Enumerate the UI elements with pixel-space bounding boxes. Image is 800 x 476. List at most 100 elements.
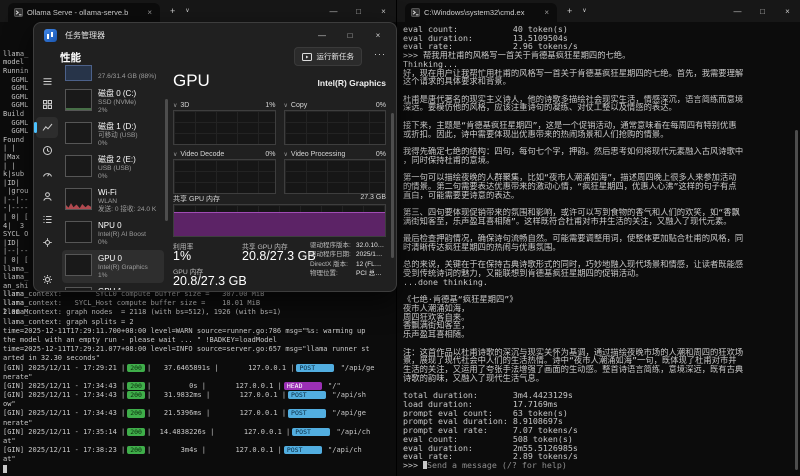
right-terminal-content: eval count: 40 token(s) eval duration: 13… (397, 22, 800, 476)
processes-icon[interactable] (36, 94, 58, 115)
gin-log-row: [GIN] 2025/12/11 - 17:35:14 | 200 | 14.483… (3, 427, 393, 446)
device-name: 磁盘 2 (E:) (98, 155, 136, 164)
taskman-sidebar-item[interactable]: Wi-Fi WLAN 发送: 0 接收: 24.0 K (62, 184, 164, 217)
status-badge: 200 (127, 446, 145, 455)
log-fragment: GGML (3, 127, 29, 136)
terminal-line: eval duration: 2m55.5126985s (403, 443, 578, 453)
device-name: 磁盘 0 (C:) (98, 89, 137, 98)
log-fragment: GGML (3, 118, 29, 127)
method-badge: POST (288, 391, 327, 400)
sidebar-thumbnail (65, 188, 92, 210)
tab-close-icon[interactable]: × (145, 8, 154, 17)
engine-label: Copy (290, 101, 308, 109)
terminal-line: 接下来，主题是“肯德基疯狂星期四”，这是一个促销活动，通常意味着在每周四有特别优… (403, 120, 737, 130)
terminal-line: 景，展现了现代社会中人们的生活热情。诗中“夜市人潮涌如海”一句，既体现了杜甫对市… (403, 356, 737, 366)
prompt-input-line[interactable]: >>> Send a message (/? for help) (403, 461, 796, 470)
new-tab-button[interactable]: + (567, 0, 572, 22)
chevron-down-icon[interactable]: ∨ (284, 102, 288, 109)
task-manager-icon (44, 28, 57, 42)
sidebar-thumbnail (65, 287, 92, 290)
maximize-button[interactable]: □ (336, 23, 364, 47)
left-terminal-tab[interactable]: Ollama Serve - ollama-serve.b × (8, 3, 160, 22)
minimize-button[interactable]: — (321, 0, 346, 22)
gin-middle: | 0s | 127.0.0.1 | (146, 381, 282, 390)
gin-log-row: [GIN] 2025/12/11 - 17:29:21 | 200 | 37.646… (3, 363, 393, 382)
scrollbar[interactable] (795, 130, 798, 470)
right-titlebar: C:\Windows\system32\cmd.ex × + ∨ — □ × (397, 0, 800, 22)
log-fragment: 4| 3 (3, 221, 25, 230)
run-task-icon (301, 52, 312, 61)
chevron-down-icon[interactable]: ∨ (173, 151, 177, 158)
taskman-sidebar-item[interactable]: GPU 1 (62, 283, 164, 290)
minimize-button[interactable]: — (725, 0, 750, 22)
status-badge: 200 (127, 363, 145, 372)
log-line: llama_context: SYCL_Host compute buffer … (3, 299, 261, 308)
tab-close-icon[interactable]: × (542, 8, 551, 17)
new-tab-button[interactable]: + (170, 0, 175, 22)
gpu-panel: GPU Intel(R) Graphics ∨ 3D 1% ∨ Copy 0% ∨ Vid… (168, 69, 390, 291)
gpu-panel-scrollbar[interactable] (391, 113, 394, 258)
right-terminal-tab[interactable]: C:\Windows\system32\cmd.ex × (405, 3, 557, 22)
minimize-button[interactable]: — (308, 23, 336, 47)
tab-dropdown-icon[interactable]: ∨ (185, 0, 189, 22)
maximize-button[interactable]: □ (750, 0, 775, 22)
gin-prefix: [GIN] 2025/12/11 - 17:34:43 | (3, 409, 126, 418)
taskman-nav (34, 69, 60, 291)
terminal-line: eval count: 508 token(s) (403, 434, 573, 444)
device-name: GPU 1 (98, 287, 122, 290)
gin-middle: | 37.6465891s | 127.0.0.1 | (146, 363, 295, 372)
log-fragment: |--|-- (3, 247, 29, 256)
settings-gear-icon[interactable] (34, 274, 60, 285)
more-options-button[interactable]: ··· (374, 49, 386, 59)
users-icon[interactable] (36, 186, 58, 207)
engine-activity-graph (283, 110, 386, 145)
tab-title: C:\Windows\system32\cmd.ex (424, 8, 525, 17)
terminal-line: prompt eval rate: 7.07 tokens/s (403, 426, 578, 435)
log-fragment: SYCL O (3, 230, 29, 239)
gin-endpoint: "/api/ge (336, 363, 375, 372)
startup-apps-icon[interactable] (36, 163, 58, 184)
close-button[interactable]: × (371, 0, 396, 22)
taskman-sidebar-item[interactable]: NPU 0 Intel(R) AI Boost 0% (62, 217, 164, 250)
device-usage: 1% (98, 272, 108, 280)
performance-icon[interactable] (34, 117, 58, 138)
device-subtitle: USB (USB) (98, 165, 132, 172)
run-new-task-button[interactable]: 运行新任务 (293, 47, 362, 66)
details-icon[interactable] (36, 209, 58, 230)
taskman-titlebar[interactable]: 任务管理器 — □ × (34, 23, 396, 47)
close-button[interactable]: × (775, 0, 800, 22)
device-usage: 2% (98, 107, 108, 115)
engine-label: Video Decode (180, 150, 225, 158)
engine-usage: 1% (265, 101, 276, 109)
taskman-sidebar-item[interactable]: 磁盘 1 (D:) 可移动 (USB) 0% (62, 118, 164, 151)
taskman-title: 任务管理器 (65, 30, 105, 40)
chevron-down-icon[interactable]: ∨ (173, 102, 177, 109)
maximize-button[interactable]: □ (346, 0, 371, 22)
status-badge: 200 (127, 409, 145, 418)
gpu-info-row: DirectX 版本: 12 (FL… (310, 260, 390, 269)
engine-usage: 0% (265, 150, 276, 158)
tab-dropdown-icon[interactable]: ∨ (582, 0, 586, 22)
terminal-line: ...done thinking. (403, 277, 488, 287)
taskman-sidebar-item[interactable]: 磁盘 0 (C:) SSD (NVMe) 2% (62, 85, 164, 118)
menu-icon[interactable] (36, 71, 58, 92)
taskman-sidebar-item[interactable]: 磁盘 2 (E:) USB (USB) 0% (62, 151, 164, 184)
gpu-engine-chart: ∨ Video Decode 0% (173, 149, 276, 194)
method-badge: POST (288, 409, 327, 418)
app-history-icon[interactable] (36, 140, 58, 161)
chevron-down-icon[interactable]: ∨ (284, 151, 288, 158)
info-label: 驱动程序日期: (310, 251, 351, 259)
terminal-line: prompt eval count: 63 token(s) (403, 408, 568, 418)
info-value: 32.0.10… (356, 242, 385, 249)
log-line: the model with an empty run - please wai… (3, 335, 277, 344)
sidebar-thumbnail (65, 155, 92, 177)
taskman-sidebar-item[interactable]: GPU 0 Intel(R) Graphics 1% (62, 250, 164, 283)
gin-prefix: [GIN] 2025/12/11 - 17:34:43 | (3, 381, 126, 390)
taskman-sidebar-item[interactable]: 27.6/31.4 GB (88%) (62, 59, 164, 85)
gpu-info-row: 驱动程序日期: 2025/1… (310, 250, 390, 259)
shared-mem-stat-value: 20.8/27.3 GB (242, 249, 316, 263)
terminal-line: 的情景。第二句需要表达优惠带来的激动心情，“疯狂星期四，优惠人心沸”这样的句子有… (403, 181, 737, 191)
services-icon[interactable] (36, 232, 58, 253)
close-button[interactable]: × (364, 23, 392, 47)
